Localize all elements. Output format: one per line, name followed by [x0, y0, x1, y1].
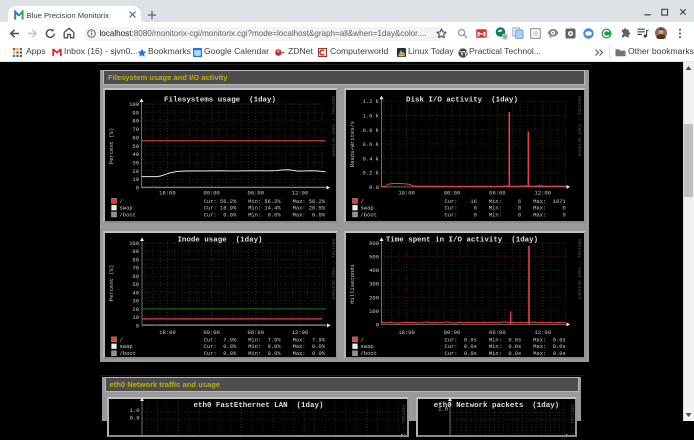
svg-text:Percent (%): Percent (%): [108, 265, 115, 301]
svg-text:Milliseconds: Milliseconds: [349, 264, 356, 304]
svg-text:/boot: /boot: [120, 350, 137, 357]
svg-text:18:00: 18:00: [398, 190, 415, 197]
svg-text:RRDTOOL / TOBI OETIKER: RRDTOOL / TOBI OETIKER: [576, 239, 582, 300]
svg-text:eth0 Network packets (1day): eth0 Network packets (1day): [434, 402, 559, 410]
svg-text:Cur: 0.0%: Cur: 0.0%: [204, 343, 237, 350]
svg-text:Cur: 0: Cur: 0: [445, 211, 477, 218]
svg-text:swap: swap: [361, 343, 374, 350]
svg-text:00:00: 00:00: [444, 329, 461, 336]
svg-text:00:00: 00:00: [444, 190, 461, 197]
svg-text:70: 70: [132, 126, 139, 133]
svg-text:0.8 k: 0.8 k: [362, 127, 379, 134]
svg-text:Max: 0.0s: Max: 0.0s: [533, 343, 565, 350]
svg-text:Min: 0.0s: Min: 0.0s: [489, 350, 521, 357]
svg-text:80: 80: [132, 118, 139, 125]
svg-text:18:00: 18:00: [159, 329, 176, 336]
svg-text:50: 50: [132, 143, 139, 150]
svg-text:1.0: 1.0: [130, 407, 140, 414]
svg-text:50: 50: [132, 281, 139, 288]
svg-text:06:00: 06:00: [248, 329, 265, 336]
svg-text:1.0 k: 1.0 k: [362, 113, 379, 120]
svg-text:06:00: 06:00: [248, 190, 265, 197]
svg-text:12:00: 12:00: [535, 190, 552, 197]
svg-text:RRDTOOL / TOBI OETIKER: RRDTOOL / TOBI OETIKER: [330, 239, 336, 300]
svg-text:0.0: 0.0: [369, 184, 379, 191]
svg-text:100: 100: [129, 240, 139, 247]
svg-text:RRDTOOL / TOBI OETIKER: RRDTOOL / TOBI OETIKER: [330, 96, 336, 157]
svg-text:Max: 0: Max: 0: [533, 211, 565, 218]
svg-text:600: 600: [369, 240, 379, 247]
svg-text:0.4 k: 0.4 k: [362, 155, 379, 162]
svg-text:/boot: /boot: [361, 211, 378, 218]
svg-text:Min: 0.0%: Min: 0.0%: [248, 350, 281, 357]
svg-text:Min: 0.0%: Min: 0.0%: [248, 211, 281, 218]
svg-text:500: 500: [369, 254, 379, 261]
svg-text:12:00: 12:00: [292, 190, 309, 197]
svg-text:12:00: 12:00: [535, 329, 552, 336]
svg-text:60: 60: [132, 134, 139, 141]
svg-text:60: 60: [132, 273, 139, 280]
svg-text:Reads+Writes/s: Reads+Writes/s: [349, 121, 356, 167]
svg-text:Max: 0.0%: Max: 0.0%: [293, 350, 326, 357]
svg-text:20: 20: [132, 306, 139, 313]
svg-text:00:00: 00:00: [203, 329, 220, 336]
svg-text:eth0 FastEthernet LAN (1day): eth0 FastEthernet LAN (1day): [194, 402, 324, 410]
svg-text:Max: 0.0%: Max: 0.0%: [293, 343, 326, 350]
svg-text:Min: 0.0%: Min: 0.0%: [248, 343, 281, 350]
svg-text:90: 90: [132, 109, 139, 116]
svg-text:06:00: 06:00: [489, 190, 506, 197]
svg-text:Time spent in I/O activity (1: Time spent in I/O activity (1day): [386, 237, 538, 245]
svg-text:90: 90: [132, 248, 139, 255]
svg-text:18:00: 18:00: [398, 329, 415, 336]
svg-text:Min: 0.0s: Min: 0.0s: [489, 343, 521, 350]
svg-text:RRDTOOL / TOBI OETIKER: RRDTOOL / TOBI OETIKER: [400, 405, 406, 435]
svg-text:00:00: 00:00: [203, 190, 220, 197]
svg-text:Min: 0: Min: 0: [489, 211, 521, 218]
svg-text:31: 31: [194, 50, 200, 56]
svg-text:400: 400: [369, 267, 379, 274]
svg-text:0.6 k: 0.6 k: [362, 141, 379, 148]
svg-text:300: 300: [369, 281, 379, 288]
svg-text:06:00: 06:00: [489, 329, 506, 336]
svg-text:40: 40: [132, 151, 139, 158]
svg-text:/boot: /boot: [361, 350, 378, 357]
svg-text:10: 10: [132, 314, 139, 321]
svg-text:20: 20: [132, 168, 139, 175]
svg-text:Cur: 0.0%: Cur: 0.0%: [204, 350, 237, 357]
svg-text:0: 0: [136, 322, 139, 329]
svg-text:100: 100: [369, 308, 379, 315]
svg-text:18:00: 18:00: [159, 190, 176, 197]
svg-text:40: 40: [132, 289, 139, 296]
svg-text:Max: 0.0s: Max: 0.0s: [533, 350, 565, 357]
svg-text:80: 80: [132, 256, 139, 263]
svg-text:Filesystems usage (1day): Filesystems usage (1day): [164, 97, 276, 105]
svg-text:0: 0: [376, 321, 379, 328]
svg-text:Percent (%): Percent (%): [108, 128, 115, 164]
svg-text:1.2 k: 1.2 k: [362, 98, 379, 105]
svg-text:200: 200: [369, 294, 379, 301]
svg-text:RRDTOOL / TOBI OETIKER: RRDTOOL / TOBI OETIKER: [569, 405, 575, 435]
svg-text:10: 10: [132, 176, 139, 183]
svg-text:Inode usage (1day): Inode usage (1day): [177, 237, 262, 245]
svg-text:0: 0: [136, 185, 139, 192]
svg-text:Cur: 0.0%: Cur: 0.0%: [204, 211, 237, 218]
svg-text:100: 100: [129, 101, 139, 108]
svg-text:70: 70: [132, 265, 139, 272]
svg-text:swap: swap: [120, 343, 133, 350]
svg-text:Cur: 0.0s: Cur: 0.0s: [445, 343, 477, 350]
svg-text:/boot: /boot: [120, 211, 137, 218]
svg-text:Disk I/O activity (1day): Disk I/O activity (1day): [406, 97, 518, 105]
svg-text:Cur: 0.0s: Cur: 0.0s: [445, 350, 477, 357]
svg-text:30: 30: [132, 160, 139, 167]
svg-text:30: 30: [132, 298, 139, 305]
svg-text:Max: 0.0%: Max: 0.0%: [293, 211, 326, 218]
svg-text:1.0: 1.0: [438, 406, 448, 413]
svg-text:RRDTOOL / TOBI OETIKER: RRDTOOL / TOBI OETIKER: [576, 96, 582, 157]
svg-text:12:00: 12:00: [292, 329, 309, 336]
svg-text:0.2 k: 0.2 k: [362, 170, 379, 177]
